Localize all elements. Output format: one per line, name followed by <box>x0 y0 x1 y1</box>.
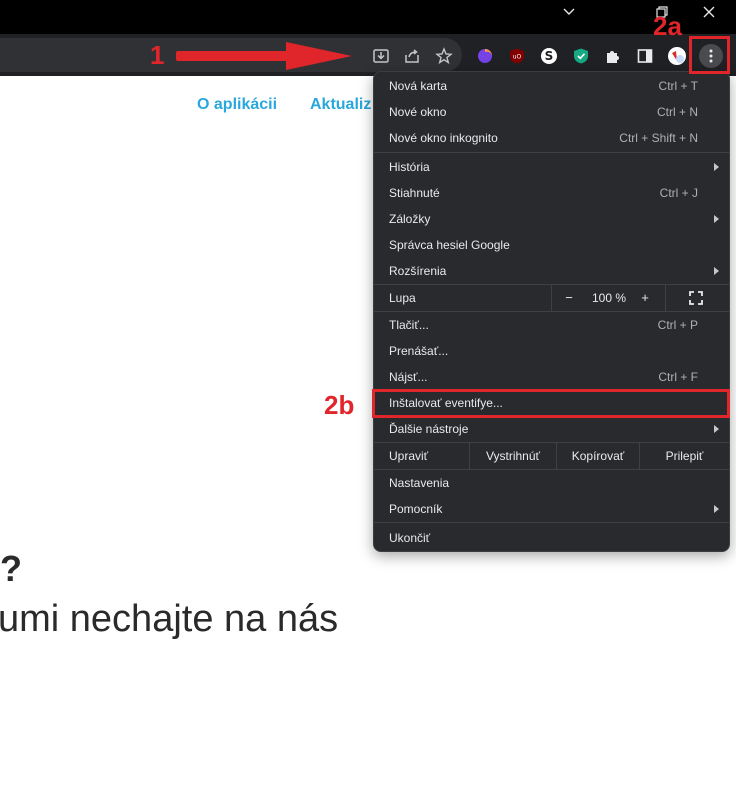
extensions-puzzle-icon[interactable] <box>602 45 624 67</box>
menu-item-label: Stiahnuté <box>389 186 440 200</box>
side-panel-icon[interactable] <box>634 45 656 67</box>
annotation-highlight-install-item <box>372 389 730 418</box>
submenu-arrow-icon <box>714 267 719 275</box>
cut-button[interactable]: Vystrihnúť <box>470 443 556 469</box>
submenu-arrow-icon <box>714 163 719 171</box>
menu-item-label: Záložky <box>389 212 431 226</box>
menu-shortcut: Ctrl + T <box>658 79 698 93</box>
menu-shortcut: Ctrl + P <box>657 318 698 332</box>
menu-item-passwords[interactable]: Správca hesiel Google <box>374 232 729 258</box>
menu-item-label: Lupa <box>389 291 416 305</box>
heading-text-line: umi nechajte na nás <box>0 598 339 640</box>
menu-item-label: Ďalšie nástroje <box>389 422 469 436</box>
share-icon[interactable] <box>401 45 423 67</box>
paste-button[interactable]: Prilepiť <box>640 443 729 469</box>
zoom-out-button[interactable]: − <box>559 285 579 311</box>
annotation-step-1: 1 <box>150 40 165 70</box>
menu-item-downloads[interactable]: Stiahnuté Ctrl + J <box>374 180 729 206</box>
menu-item-label: Nové okno inkognito <box>389 131 498 145</box>
browser-toolbar <box>0 34 736 76</box>
menu-item-settings[interactable]: Nastavenia <box>374 470 729 496</box>
menu-shortcut: Ctrl + J <box>659 186 698 200</box>
extension-firefox-icon[interactable] <box>474 45 496 67</box>
submenu-arrow-icon <box>714 505 719 513</box>
menu-separator <box>374 522 729 523</box>
menu-item-label: Tlačiť... <box>389 318 429 332</box>
menu-item-exit[interactable]: Ukončiť <box>374 525 729 551</box>
menu-item-new-window[interactable]: Nové okno Ctrl + N <box>374 99 729 125</box>
minimize-button[interactable] <box>557 4 581 26</box>
menu-item-help[interactable]: Pomocník <box>374 496 729 522</box>
menu-item-bookmarks[interactable]: Záložky <box>374 206 729 232</box>
menu-item-history[interactable]: História <box>374 154 729 180</box>
window-titlebar <box>0 0 736 34</box>
menu-item-label: Správca hesiel Google <box>389 238 510 252</box>
profile-avatar-icon[interactable] <box>666 45 688 67</box>
chrome-main-menu: Nová karta Ctrl + T Nové okno Ctrl + N Nov… <box>373 71 730 552</box>
submenu-arrow-icon <box>714 425 719 433</box>
annotation-arrow-icon <box>176 42 352 70</box>
menu-shortcut: Ctrl + F <box>658 370 698 384</box>
menu-shortcut: Ctrl + N <box>656 105 698 119</box>
annotation-step-2b: 2b <box>324 390 355 420</box>
menu-item-more-tools[interactable]: Ďalšie nástroje <box>374 416 729 442</box>
menu-shortcut: Ctrl + Shift + N <box>619 131 698 145</box>
svg-text:S: S <box>545 49 554 63</box>
svg-text:uO: uO <box>513 54 522 61</box>
menu-item-label: Nájsť... <box>389 370 428 384</box>
nav-link-about[interactable]: O aplikácii <box>197 96 277 114</box>
extension-s-icon[interactable]: S <box>538 45 560 67</box>
menu-item-label: Nová karta <box>389 79 448 93</box>
copy-button[interactable]: Kopírovať <box>557 443 639 469</box>
menu-separator <box>665 285 666 311</box>
zoom-level: 100 % <box>591 291 627 305</box>
menu-item-label: História <box>389 160 430 174</box>
menu-separator <box>374 152 729 153</box>
menu-item-cast[interactable]: Prenášať... <box>374 338 729 364</box>
annotation-highlight-menu-button <box>689 36 730 74</box>
close-window-button[interactable] <box>697 4 721 26</box>
extension-shield-icon[interactable] <box>570 45 592 67</box>
menu-separator <box>551 285 552 311</box>
chevron-down-icon <box>563 8 575 15</box>
menu-item-print[interactable]: Tlačiť... Ctrl + P <box>374 312 729 338</box>
fullscreen-icon <box>689 291 703 305</box>
menu-item-label: Ukončiť <box>389 531 431 545</box>
menu-item-new-tab[interactable]: Nová karta Ctrl + T <box>374 73 729 99</box>
menu-item-incognito[interactable]: Nové okno inkognito Ctrl + Shift + N <box>374 125 729 151</box>
extension-ublock-icon[interactable]: uO <box>506 45 528 67</box>
close-icon <box>703 6 715 18</box>
bookmark-star-icon[interactable] <box>433 45 455 67</box>
zoom-in-button[interactable]: + <box>635 285 655 311</box>
annotation-step-2a: 2a <box>653 11 682 41</box>
heading-question-mark: ? <box>0 548 22 589</box>
menu-item-label: Nové okno <box>389 105 447 119</box>
menu-item-label: Pomocník <box>389 502 443 516</box>
menu-item-label: Prenášať... <box>389 344 449 358</box>
menu-item-label: Upraviť <box>389 449 429 463</box>
menu-item-label: Rozšírenia <box>389 264 447 278</box>
menu-item-extensions[interactable]: Rozšírenia <box>374 258 729 284</box>
menu-item-find[interactable]: Nájsť... Ctrl + F <box>374 364 729 390</box>
menu-item-label: Nastavenia <box>389 476 450 490</box>
install-app-icon[interactable] <box>370 45 392 67</box>
submenu-arrow-icon <box>714 215 719 223</box>
fullscreen-button[interactable] <box>688 290 704 306</box>
nav-link-updates[interactable]: Aktualiz <box>310 96 371 114</box>
